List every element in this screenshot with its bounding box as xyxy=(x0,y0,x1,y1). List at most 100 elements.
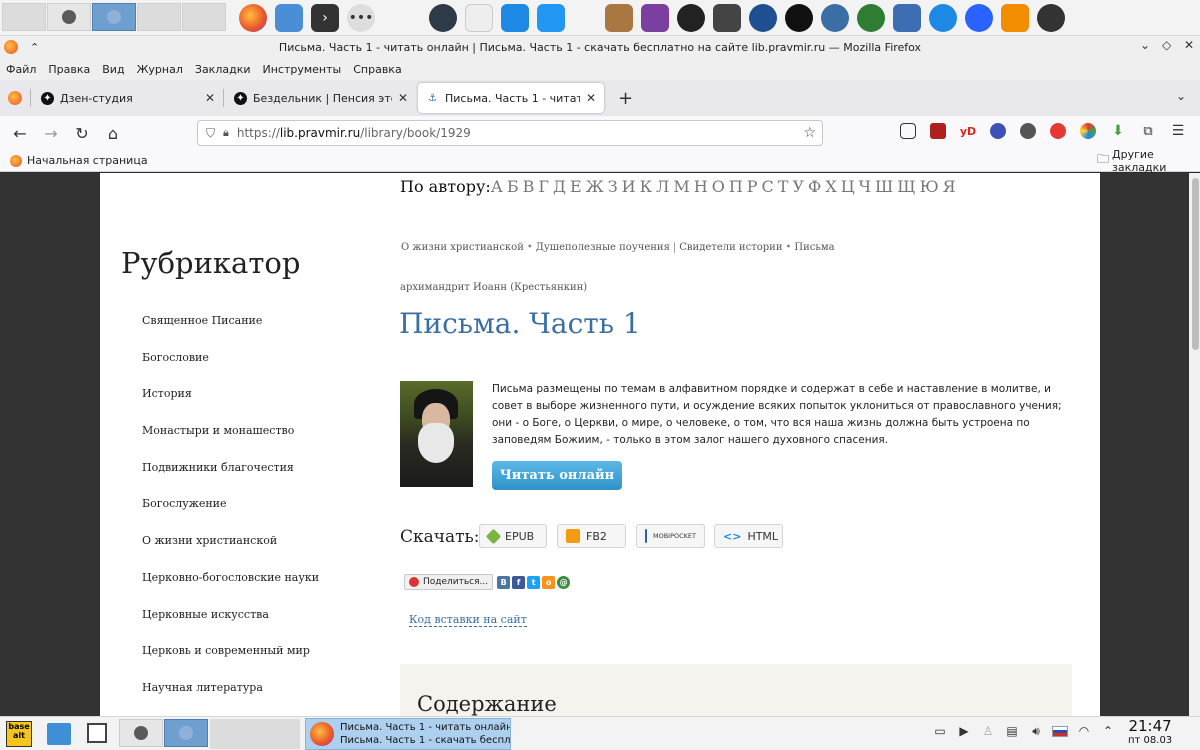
alphabet-letter[interactable]: Ц xyxy=(841,177,855,196)
workspace-1[interactable] xyxy=(2,2,46,31)
vlc-icon[interactable] xyxy=(1001,3,1029,32)
rubric-item[interactable]: Церковные искусства xyxy=(142,608,319,645)
puzzle-app-icon[interactable] xyxy=(929,3,957,32)
new-tab-icon[interactable]: + xyxy=(618,88,633,109)
user-tray-icon[interactable]: ♙ xyxy=(980,723,996,739)
file-manager-icon[interactable] xyxy=(275,3,303,32)
download-mobipocket-button[interactable]: MOBIPOCKET xyxy=(636,524,705,548)
bookmark-home-page[interactable]: Начальная страница xyxy=(27,154,148,167)
menu-view[interactable]: Вид xyxy=(102,63,124,76)
more-apps-icon[interactable]: ••• xyxy=(347,3,375,32)
scrollbar-thumb[interactable] xyxy=(1192,178,1199,350)
alphabet-letter[interactable]: К xyxy=(640,177,652,196)
extension-dots-icon[interactable] xyxy=(1020,123,1036,139)
alphabet-letter[interactable]: М xyxy=(673,177,689,196)
football-app-icon[interactable] xyxy=(1037,3,1065,32)
book-author[interactable]: архимандрит Иоанн (Крестьянкин) xyxy=(400,282,587,293)
a-app-icon[interactable] xyxy=(785,3,813,32)
workspace-3[interactable] xyxy=(92,2,136,31)
breadcrumb-item[interactable]: Душеполезные поучения xyxy=(536,242,670,253)
alphabet-letter[interactable]: Ш xyxy=(875,177,893,196)
alphabet-letter[interactable]: И xyxy=(622,177,636,196)
app-icon-dark[interactable] xyxy=(429,3,457,32)
yandex-disk-icon[interactable]: yD xyxy=(960,123,976,139)
forward-icon[interactable]: → xyxy=(37,124,65,143)
rubric-item[interactable]: Церковь и современный мир xyxy=(142,644,319,681)
odnoklassniki-icon[interactable]: о xyxy=(542,575,556,589)
other-bookmarks[interactable]: Другие закладки xyxy=(1112,148,1200,174)
rubric-item[interactable]: Священное Писание xyxy=(142,314,319,351)
network-app-icon[interactable] xyxy=(749,3,777,32)
mail-agent-icon[interactable]: @ xyxy=(557,575,571,589)
rubric-item[interactable]: О жизни христианской xyxy=(142,534,319,571)
bookmark-star-icon[interactable]: ☆ xyxy=(803,125,816,141)
workspace-4[interactable] xyxy=(137,2,181,31)
rubric-item[interactable]: Научная литература xyxy=(142,681,319,716)
menu-tools[interactable]: Инструменты xyxy=(263,63,342,76)
alphabet-letter[interactable]: Ю xyxy=(920,177,939,196)
alphabet-letter[interactable]: З xyxy=(608,177,618,196)
firefox-launcher-icon[interactable] xyxy=(239,3,267,32)
back-icon[interactable]: ← xyxy=(6,124,34,143)
alphabet-letter[interactable]: Щ xyxy=(897,177,915,196)
taskbar-firefox-task[interactable]: Письма. Часть 1 - читать онлайн | Письма… xyxy=(305,718,511,750)
workspace-4[interactable] xyxy=(210,719,300,749)
alphabet-letter[interactable]: Х xyxy=(825,177,836,196)
workspace-3[interactable] xyxy=(164,719,208,747)
keyboard-layout-icon[interactable] xyxy=(1052,723,1068,739)
yandex-browser-icon[interactable] xyxy=(965,3,993,32)
rubric-item[interactable]: История xyxy=(142,387,319,424)
workspace-2[interactable] xyxy=(47,2,91,31)
alphabet-letter[interactable]: Н xyxy=(694,177,708,196)
tab-close-icon[interactable]: ✕ xyxy=(205,91,215,105)
breadcrumb-item[interactable]: Свидетели истории xyxy=(679,242,782,253)
alphabet-letter[interactable]: У xyxy=(792,177,804,196)
red-drop-icon[interactable] xyxy=(1050,123,1066,139)
media-play-icon[interactable]: ▶ xyxy=(956,723,972,739)
reload-icon[interactable]: ↻ xyxy=(68,124,96,143)
download-html-button[interactable]: <> HTML xyxy=(714,524,783,548)
rubric-item[interactable]: Церковно-богословские науки xyxy=(142,571,319,608)
workspace-2[interactable] xyxy=(119,719,163,747)
vk-icon[interactable]: В xyxy=(497,575,511,589)
download-fb2-button[interactable]: FB2 xyxy=(557,524,626,548)
maximize-icon[interactable]: ◇ xyxy=(1162,38,1171,52)
file-manager-icon[interactable] xyxy=(47,723,71,745)
home-icon[interactable]: ⌂ xyxy=(99,124,127,143)
download-helper-icon[interactable]: ⬇ xyxy=(1110,123,1126,139)
alphabet-letter[interactable]: Ч xyxy=(859,177,871,196)
alphabet-letter[interactable]: Л xyxy=(656,177,669,196)
minimize-icon[interactable]: ⌄ xyxy=(1140,38,1150,52)
alphabet-letter[interactable]: Ф xyxy=(808,177,821,196)
alphabet-letter[interactable]: Ж xyxy=(586,177,604,196)
lock-icon[interactable]: 🔒︎ xyxy=(223,126,229,140)
firefox-view-button[interactable] xyxy=(0,91,30,105)
download-epub-button[interactable]: EPUB xyxy=(479,524,547,548)
read-online-button[interactable]: Читать онлайн xyxy=(492,461,622,490)
basealt-menu-icon[interactable]: base alt xyxy=(6,721,32,747)
app-menu-icon[interactable]: ☰ xyxy=(1170,123,1186,139)
show-desktop-icon[interactable] xyxy=(87,723,107,743)
breadcrumb-item[interactable]: О жизни христианской xyxy=(401,242,524,253)
url-bar[interactable]: ⛉ 🔒︎ https://lib.pravmir.ru/library/book… xyxy=(197,120,823,146)
wifi-icon[interactable]: ◠ xyxy=(1076,723,1092,739)
notes-tray-icon[interactable]: ▤ xyxy=(1004,723,1020,739)
alphabet-letter[interactable]: Д xyxy=(553,177,566,196)
tab-letters-part1[interactable]: ⚓ Письма. Часть 1 - читать онлайн ✕ xyxy=(418,83,604,113)
tab-close-icon[interactable]: ✕ xyxy=(398,91,408,105)
alphabet-letter[interactable]: Я xyxy=(943,177,956,196)
list-tabs-icon[interactable]: ⌄ xyxy=(1176,89,1186,103)
alphabet-letter[interactable]: Т xyxy=(778,177,789,196)
rubric-item[interactable]: Богословие xyxy=(142,351,319,388)
text-doc-icon[interactable] xyxy=(537,3,565,32)
alphabet-letter[interactable]: П xyxy=(729,177,743,196)
tab-bezdelnik[interactable]: ✦ Бездельник | Пенсия это кайф ✕ xyxy=(226,83,416,113)
share-app-icon[interactable] xyxy=(501,3,529,32)
media-app-icon[interactable] xyxy=(641,3,669,32)
menu-bookmarks[interactable]: Закладки xyxy=(195,63,251,76)
globe-app-icon[interactable] xyxy=(857,3,885,32)
tab-close-icon[interactable]: ✕ xyxy=(586,91,596,105)
clipboard-tray-icon[interactable]: ▭ xyxy=(932,723,948,739)
volume-icon[interactable]: 🔊︎ xyxy=(1028,723,1044,739)
editor-icon[interactable] xyxy=(713,3,741,32)
